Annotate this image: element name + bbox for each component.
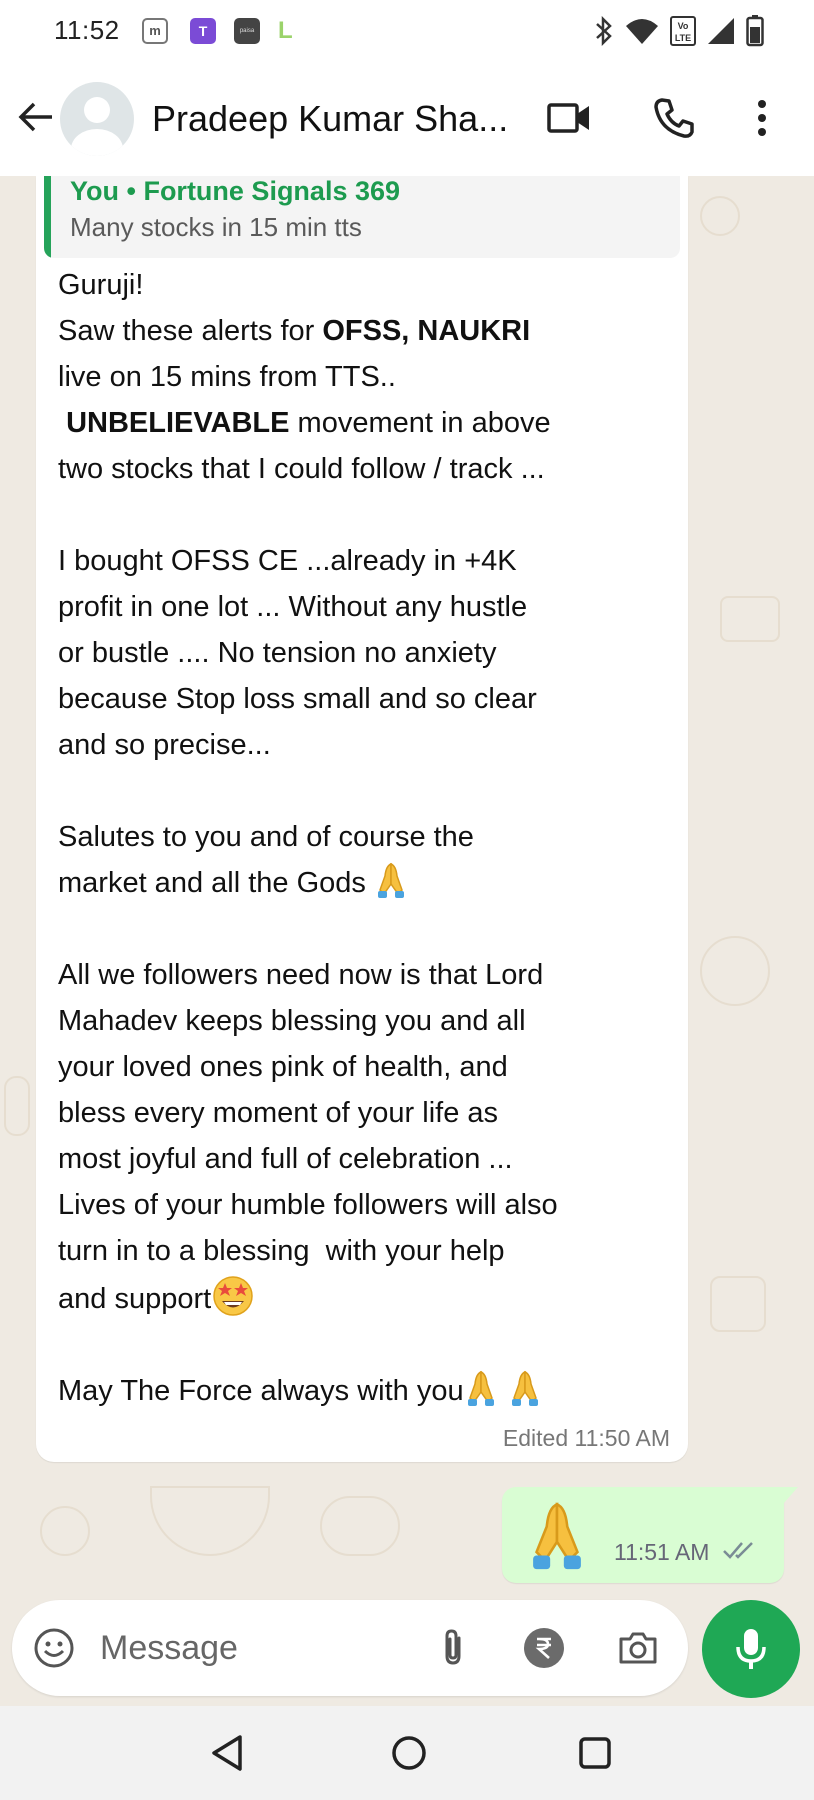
status-indicators: Vo LTE — [594, 14, 764, 48]
nav-recents-icon[interactable] — [570, 1728, 620, 1778]
message-input[interactable] — [100, 1626, 400, 1670]
status-bar: 11:52 m T paisa L Vo LTE — [0, 0, 814, 62]
message-line: Guruji! — [58, 269, 144, 301]
quoted-message-title: You • Fortune Signals 369 — [70, 176, 401, 206]
bold-text: UNBELIEVABLE — [66, 407, 290, 439]
quoted-message-text: Many stocks in 15 min tts — [70, 212, 362, 242]
nav-back-icon[interactable] — [202, 1728, 252, 1778]
folded-hands-emoji-icon — [511, 1370, 538, 1406]
battery-icon — [746, 15, 764, 47]
star-struck-emoji-icon — [213, 1276, 253, 1316]
bluetooth-icon — [596, 16, 612, 46]
message-line: Saw these alerts for OFSS, NAUKRI — [58, 315, 531, 347]
message-text: Guruji! Saw these alerts for OFSS, NAUKR… — [58, 262, 678, 1414]
message-edited-time: Edited 11:50 AM — [502, 1425, 670, 1451]
message-line: Salutes to you and of course the — [58, 821, 474, 853]
contact-name[interactable]: Pradeep Kumar Sha... — [152, 98, 508, 140]
message-line: live on 15 mins from TTS.. — [58, 361, 396, 393]
quoted-message[interactable]: You • Fortune Signals 369 Many stocks in… — [44, 176, 680, 258]
message-line: market and all the Gods — [58, 860, 678, 906]
more-options-icon[interactable] — [736, 92, 788, 144]
notification-app-m-icon: m — [142, 18, 168, 44]
chat-header: Pradeep Kumar Sha... — [0, 62, 814, 176]
bubble-tail — [784, 1487, 798, 1503]
folded-hands-emoji-icon — [377, 862, 404, 898]
background-doodle — [4, 1076, 30, 1136]
nav-home-icon[interactable] — [384, 1728, 434, 1778]
incoming-message-bubble[interactable]: You • Fortune Signals 369 Many stocks in… — [36, 176, 688, 1462]
microphone-icon — [736, 1629, 766, 1669]
folded-hands-emoji-icon — [533, 1502, 581, 1570]
wifi-icon — [626, 19, 658, 44]
folded-hands-emoji-icon — [467, 1370, 494, 1406]
background-doodle — [150, 1486, 270, 1556]
back-arrow-icon[interactable] — [14, 95, 58, 139]
bold-text: OFSS, NAUKRI — [322, 315, 531, 347]
notification-app-l-icon: L — [278, 17, 293, 44]
message-paragraph: All we followers need now is that Lord M… — [58, 952, 678, 1322]
status-time: 11:52 — [54, 15, 120, 45]
video-call-icon[interactable] — [544, 92, 596, 144]
message-line: UNBELIEVABLE movement in above — [66, 407, 551, 439]
chat-area[interactable]: You • Fortune Signals 369 Many stocks in… — [0, 176, 814, 1706]
microphone-button[interactable] — [702, 1600, 800, 1698]
system-navigation-bar — [0, 1706, 814, 1800]
message-composer — [12, 1600, 688, 1696]
quote-accent-bar — [44, 176, 51, 258]
rupee-payment-icon[interactable] — [522, 1626, 566, 1670]
outgoing-message-bubble[interactable]: 11:51 AM — [502, 1487, 798, 1583]
background-doodle — [320, 1496, 400, 1556]
voice-call-icon[interactable] — [648, 92, 700, 144]
background-doodle — [700, 196, 740, 236]
emoji-icon[interactable] — [32, 1626, 76, 1670]
volte-icon: Vo LTE — [670, 16, 696, 46]
notification-app-t-icon: T — [190, 18, 216, 44]
message-line: two stocks that I could follow / track .… — [58, 453, 545, 485]
attachment-icon[interactable] — [432, 1626, 476, 1670]
camera-icon[interactable] — [616, 1626, 660, 1670]
avatar[interactable] — [60, 82, 134, 156]
background-doodle — [710, 1276, 766, 1332]
message-paragraph: I bought OFSS CE ...already in +4K profi… — [58, 545, 537, 761]
background-doodle — [720, 596, 780, 642]
background-doodle — [40, 1506, 90, 1556]
message-line: May The Force always with you — [58, 1368, 678, 1414]
message-time: 11:51 AM — [614, 1539, 710, 1565]
notification-app-paisa-icon: paisa — [234, 18, 260, 44]
background-doodle — [700, 936, 770, 1006]
read-receipt-icon — [723, 1542, 753, 1559]
signal-icon — [708, 18, 734, 44]
